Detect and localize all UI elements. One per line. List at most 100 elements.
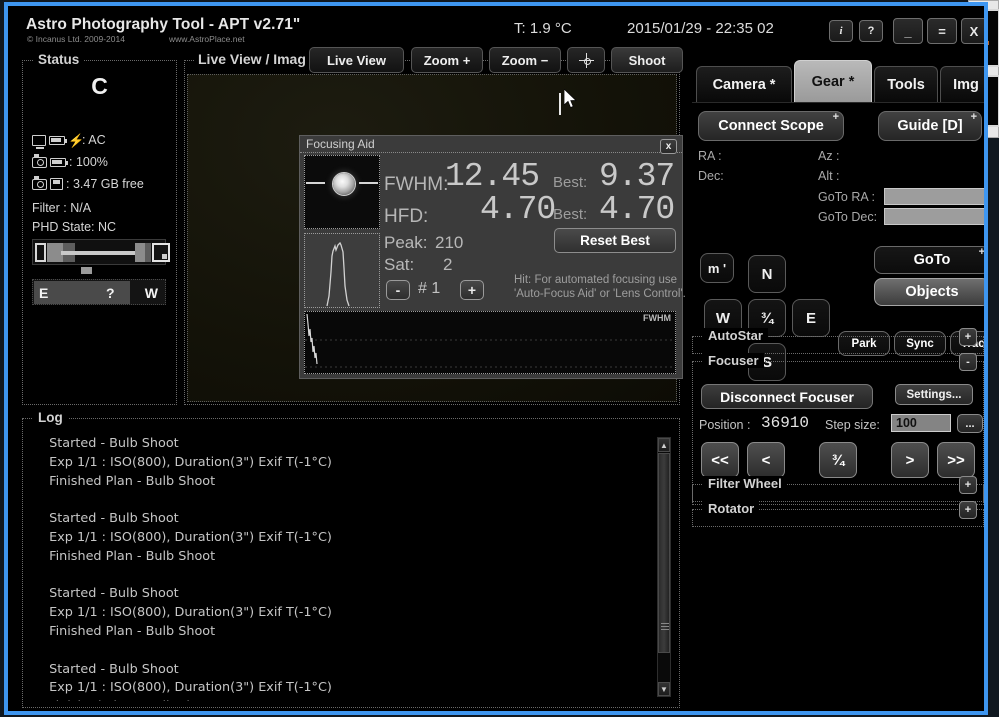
disconnect-focuser-button[interactable]: Disconnect Focuser (701, 384, 873, 409)
focuser-stop-button[interactable]: ¾ (819, 442, 857, 478)
star-tick-right (359, 182, 378, 184)
focuser-stepsize-input[interactable]: 100 (891, 414, 951, 432)
maximize-restore-button[interactable]: = (927, 18, 957, 44)
az-label: Az : (818, 149, 840, 163)
status-panel-title: Status (33, 52, 85, 67)
fwhm-value: 12.45 (445, 158, 540, 195)
shoot-button[interactable]: Shoot (611, 47, 683, 73)
section-autostar: AutoStar + (692, 328, 984, 354)
focuser-title: Focuser (703, 353, 764, 368)
guide-button[interactable]: Guide [D] + (878, 111, 982, 141)
close-button[interactable]: X (961, 18, 984, 44)
goto-label: GoTo (913, 252, 951, 268)
live-view-panel-title: Live View / Imag (194, 51, 310, 67)
slider-right-handle[interactable] (152, 243, 170, 262)
rotator-title: Rotator (703, 501, 760, 516)
rotator-expand-toggle[interactable]: + (959, 501, 977, 519)
increase-star-button[interactable]: + (460, 280, 484, 300)
alt-label: Alt : (818, 169, 840, 183)
connect-scope-plus-icon[interactable]: + (833, 111, 839, 123)
hint-line-1: Hit: For automated focusing use (514, 274, 677, 286)
scrollbar-thumb[interactable] (658, 453, 670, 653)
guide-plus-icon[interactable]: + (971, 111, 977, 123)
status-connection-letter: C (91, 73, 108, 99)
website-url: www.AstroPlace.net (169, 34, 245, 44)
filter-wheel-expand-toggle[interactable]: + (959, 476, 977, 494)
goto-ra-label: GoTo RA : (818, 190, 875, 204)
tab-img[interactable]: Img (940, 66, 984, 102)
fwhm-best-value: 9.37 (599, 158, 675, 195)
scroll-down-arrow-icon[interactable]: ▼ (658, 682, 670, 696)
focuser-forward-button[interactable]: > (891, 442, 929, 478)
status-power-value: : AC (82, 133, 106, 147)
minimize-button[interactable]: _ (893, 18, 923, 44)
goto-plus-icon[interactable]: + (979, 246, 984, 258)
move-north-button[interactable]: N (748, 255, 786, 293)
close-icon[interactable]: x (660, 139, 677, 154)
hfd-label: HFD: (384, 206, 429, 227)
slider-band-4 (145, 243, 151, 262)
help-button[interactable]: ? (859, 20, 883, 42)
monitor-icon (32, 134, 46, 149)
text-caret (559, 93, 561, 115)
star-tick-left (306, 182, 325, 184)
battery-icon (49, 135, 67, 145)
status-panel: Status C ⚡ : AC : 100% : 3.47 GB free Fi… (22, 52, 177, 405)
focuser-fast-backward-button[interactable]: << (701, 442, 739, 478)
zoom-out-button[interactable]: Zoom − (489, 47, 561, 73)
guide-label: Guide [D] (897, 118, 963, 134)
objects-button[interactable]: Objects (874, 278, 984, 306)
focuser-backward-button[interactable]: < (747, 442, 785, 478)
move-east-button[interactable]: E (792, 299, 830, 337)
star-counter: # 1 (418, 280, 441, 297)
star-profile-curve (326, 241, 350, 307)
meridian-fill (34, 281, 130, 304)
compass-west-label: W (144, 285, 158, 301)
focuser-fast-forward-button[interactable]: >> (937, 442, 975, 478)
tab-gear[interactable]: Gear * (794, 60, 872, 102)
fwhm-history-chart: FWHM (304, 311, 676, 374)
slider-band-3 (135, 243, 145, 262)
copyright-text: © Incanus Ltd. 2009-2014 (27, 34, 125, 44)
status-battery-value: : 100% (69, 155, 108, 169)
focusing-aid-titlebar[interactable]: Focusing Aid (300, 136, 682, 153)
exposure-slider[interactable] (32, 239, 170, 265)
slew-rate-button[interactable]: m ' (700, 253, 734, 283)
log-scrollbar[interactable]: ▲ ▼ (657, 437, 671, 697)
fwhm-label: FWHM: (384, 174, 449, 195)
goto-dec-input[interactable] (884, 208, 984, 225)
status-power-row: ⚡ : AC (32, 133, 106, 149)
ra-label: RA : (698, 149, 722, 163)
status-disk-row: : 3.47 GB free (32, 176, 144, 191)
focusing-aid-dialog[interactable]: Focusing Aid x FWHM: 12.45 Best: 9.37 HF… (299, 135, 686, 379)
center-target-button[interactable] (567, 47, 605, 73)
star-profile-graph (304, 233, 380, 308)
desktop-background: Astro Photography Tool - APT v2.71" © In… (0, 0, 999, 717)
info-button[interactable]: i (829, 20, 853, 42)
connect-scope-button[interactable]: Connect Scope + (698, 111, 844, 141)
focuser-settings-button[interactable]: Settings... (895, 384, 973, 405)
goto-dec-label: GoTo Dec: (818, 210, 878, 224)
status-filter-text: Filter : N/A (32, 201, 92, 215)
slider-left-handle[interactable] (35, 243, 46, 262)
datetime-readout: 2015/01/29 - 22:35 02 (627, 20, 774, 37)
focuser-collapse-toggle[interactable]: - (959, 353, 977, 371)
focuser-stepsize-more-button[interactable]: ... (957, 414, 983, 433)
zoom-in-button[interactable]: Zoom + (411, 47, 483, 73)
reset-best-button[interactable]: Reset Best (554, 228, 676, 253)
decrease-star-button[interactable]: - (386, 280, 410, 300)
hint-line-2: 'Auto-Focus Aid' or 'Lens Control'. (514, 288, 686, 300)
autostar-expand-toggle[interactable]: + (959, 328, 977, 346)
slider-track[interactable] (61, 251, 135, 255)
hfd-best-value: 4.70 (599, 191, 675, 228)
dec-label: Dec: (698, 169, 724, 183)
section-rotator: Rotator + (692, 501, 984, 527)
tab-camera[interactable]: Camera * (696, 66, 792, 102)
live-view-button[interactable]: Live View (309, 47, 404, 73)
status-phd-text: PHD State: NC (32, 220, 117, 234)
tab-tools[interactable]: Tools (874, 66, 938, 102)
goto-button[interactable]: GoTo + (874, 246, 984, 274)
scroll-up-arrow-icon[interactable]: ▲ (658, 438, 670, 452)
goto-ra-input[interactable] (884, 188, 984, 205)
meridian-indicator-bar: E ? W (32, 279, 166, 305)
